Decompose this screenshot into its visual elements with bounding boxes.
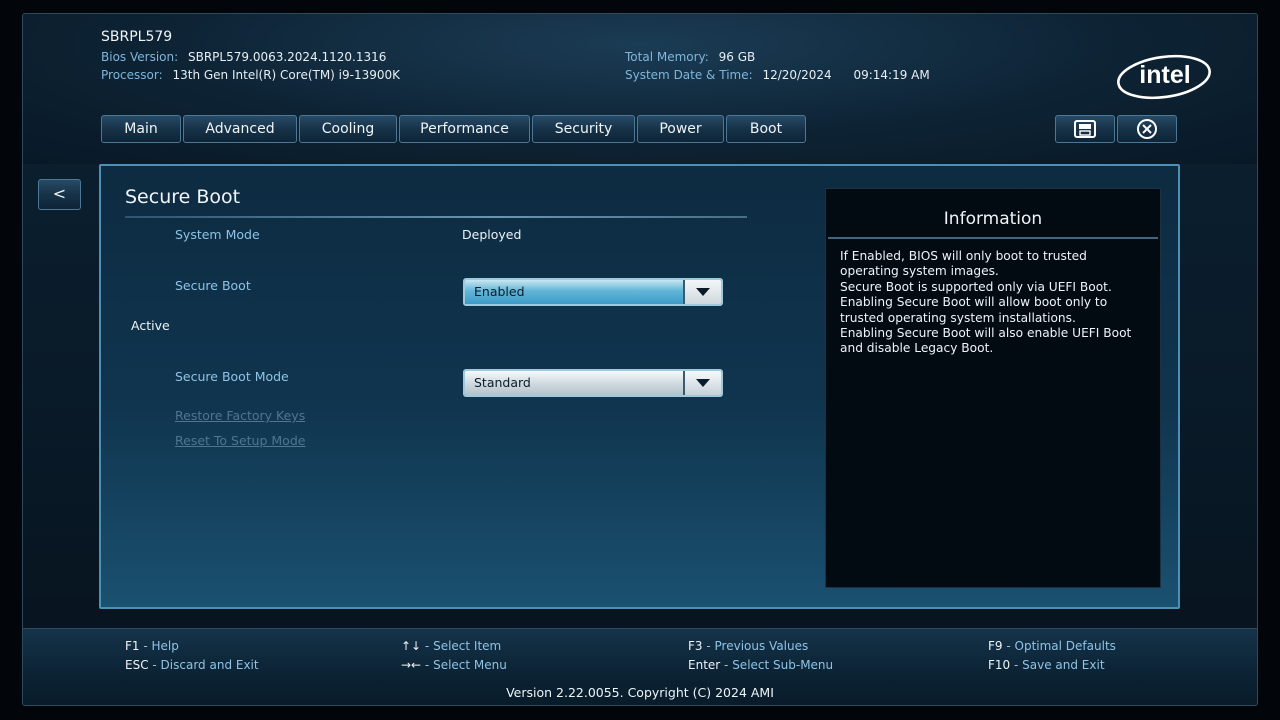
chevron-down-icon bbox=[696, 288, 710, 296]
hotkey-updown: ↑↓ - Select Item bbox=[401, 639, 502, 653]
hotkey-key: ↑↓ bbox=[401, 639, 422, 653]
hotkey-key: Enter bbox=[688, 658, 721, 672]
tab-power[interactable]: Power bbox=[637, 115, 724, 143]
hotkey-f9: F9 - Optimal Defaults bbox=[988, 639, 1116, 653]
restore-factory-keys-link[interactable]: Restore Factory Keys bbox=[175, 408, 305, 423]
tab-boot[interactable]: Boot bbox=[726, 115, 806, 143]
secure-boot-mode-selected-value: Standard bbox=[465, 371, 683, 395]
close-icon bbox=[1137, 119, 1157, 139]
hotkey-f10: F10 - Save and Exit bbox=[988, 658, 1105, 672]
hotkey-desc: Select Menu bbox=[433, 658, 507, 672]
system-date-label: System Date & Time: bbox=[625, 68, 753, 82]
dropdown-arrow bbox=[683, 280, 721, 304]
processor-row: Processor: 13th Gen Intel(R) Core(TM) i9… bbox=[101, 68, 400, 82]
hotkey-desc: Save and Exit bbox=[1022, 658, 1105, 672]
information-text: If Enabled, BIOS will only boot to trust… bbox=[840, 249, 1132, 356]
hotkey-key: F1 bbox=[125, 639, 140, 653]
tab-main[interactable]: Main bbox=[101, 115, 181, 143]
hotkey-desc: Optimal Defaults bbox=[1014, 639, 1116, 653]
dropdown-arrow bbox=[683, 371, 721, 395]
system-mode-value: Deployed bbox=[462, 227, 522, 242]
hotkey-key: F10 bbox=[988, 658, 1011, 672]
secure-boot-dropdown[interactable]: Enabled bbox=[463, 278, 723, 306]
reset-to-setup-mode-link[interactable]: Reset To Setup Mode bbox=[175, 433, 305, 448]
hotkey-desc: Select Sub-Menu bbox=[732, 658, 834, 672]
chevron-down-icon bbox=[696, 379, 710, 387]
processor-value: 13th Gen Intel(R) Core(TM) i9-13900K bbox=[172, 68, 401, 82]
hotkey-f3: F3 - Previous Values bbox=[688, 639, 809, 653]
tab-cooling[interactable]: Cooling bbox=[299, 115, 397, 143]
exit-button[interactable] bbox=[1117, 115, 1177, 143]
hotkey-key: ESC bbox=[125, 658, 149, 672]
bios-version-label: Bios Version: bbox=[101, 50, 179, 64]
bios-window: SBRPL579 Bios Version: SBRPL579.0063.202… bbox=[22, 13, 1258, 706]
secure-boot-mode-label: Secure Boot Mode bbox=[175, 369, 289, 384]
back-button[interactable]: < bbox=[38, 179, 81, 210]
hotkey-key: →← bbox=[401, 658, 422, 672]
system-mode-label: System Mode bbox=[175, 227, 260, 242]
total-memory-value: 96 GB bbox=[718, 50, 756, 64]
processor-label: Processor: bbox=[101, 68, 163, 82]
intel-logo: intel bbox=[1117, 54, 1211, 100]
hotkey-desc: Previous Values bbox=[714, 639, 809, 653]
main-panel: Secure Boot System Mode Deployed Secure … bbox=[99, 164, 1180, 609]
bios-version-row: Bios Version: SBRPL579.0063.2024.1120.13… bbox=[101, 50, 386, 64]
secure-boot-label: Secure Boot bbox=[175, 278, 251, 293]
tab-security[interactable]: Security bbox=[532, 115, 635, 143]
page-title: Secure Boot bbox=[125, 186, 241, 208]
header: SBRPL579 Bios Version: SBRPL579.0063.202… bbox=[23, 14, 1257, 164]
hotkey-desc: Discard and Exit bbox=[160, 658, 259, 672]
secure-boot-mode-dropdown[interactable]: Standard bbox=[463, 369, 723, 397]
system-date-row: System Date & Time: 12/20/2024 09:14:19 … bbox=[625, 68, 930, 82]
tab-performance[interactable]: Performance bbox=[399, 115, 530, 143]
hotkey-desc: Help bbox=[151, 639, 179, 653]
board-model: SBRPL579 bbox=[101, 29, 173, 45]
svg-text:intel: intel bbox=[1139, 61, 1190, 89]
secure-boot-selected-value: Enabled bbox=[465, 280, 683, 304]
hotkey-enter: Enter - Select Sub-Menu bbox=[688, 658, 834, 672]
information-panel: Information If Enabled, BIOS will only b… bbox=[825, 188, 1161, 588]
save-button[interactable] bbox=[1055, 115, 1115, 143]
information-title: Information bbox=[943, 209, 1043, 229]
information-divider bbox=[828, 237, 1158, 239]
hotkey-key: F3 bbox=[688, 639, 703, 653]
hotkey-esc: ESC - Discard and Exit bbox=[125, 658, 259, 672]
hotkey-f1: F1 - Help bbox=[125, 639, 179, 653]
bios-version-value: SBRPL579.0063.2024.1120.1316 bbox=[187, 50, 387, 64]
active-status: Active bbox=[131, 318, 170, 333]
title-divider bbox=[125, 216, 747, 218]
version-text: Version 2.22.0055. Copyright (C) 2024 AM… bbox=[506, 685, 774, 700]
hotkey-key: F9 bbox=[988, 639, 1003, 653]
system-time-value: 09:14:19 AM bbox=[853, 68, 930, 82]
hotkey-desc: Select Item bbox=[433, 639, 502, 653]
total-memory-label: Total Memory: bbox=[625, 50, 709, 64]
save-icon bbox=[1074, 120, 1096, 138]
tab-advanced[interactable]: Advanced bbox=[183, 115, 297, 143]
system-date-value: 12/20/2024 bbox=[762, 68, 832, 82]
footer: F1 - Help ESC - Discard and Exit ↑↓ - Se… bbox=[23, 628, 1257, 705]
total-memory-row: Total Memory: 96 GB bbox=[625, 50, 755, 64]
hotkey-leftright: →← - Select Menu bbox=[401, 658, 507, 672]
